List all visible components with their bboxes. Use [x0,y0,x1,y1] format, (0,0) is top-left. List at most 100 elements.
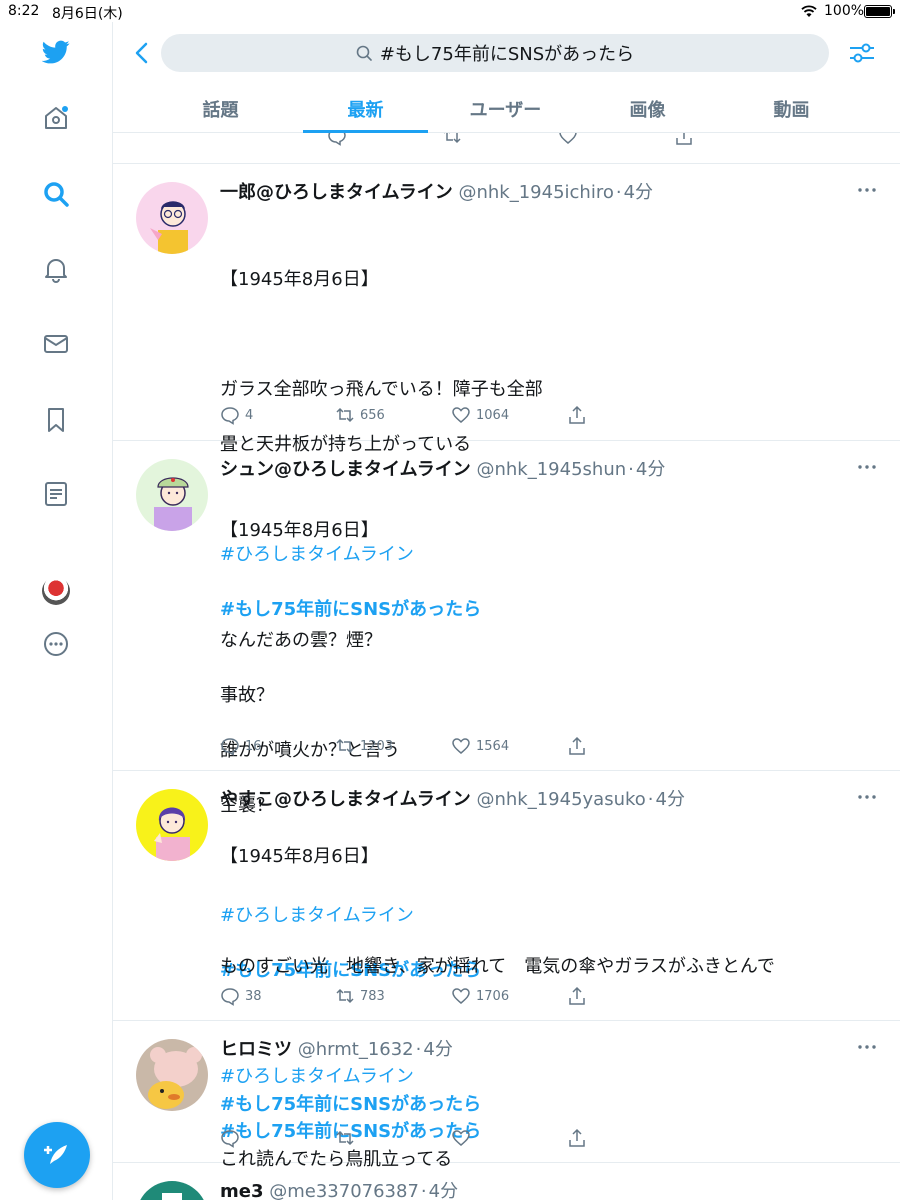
reply-count: 38 [245,988,262,1004]
share-button[interactable] [567,985,587,1007]
tweet-author-handle[interactable]: @me337076387 [269,1181,419,1200]
heart-icon [452,988,470,1004]
tweet-feed: 一郎@ひろしまタイムライン @nhk_1945ichiro · 4分 【1945年8… [113,133,900,1200]
tweet-time: 4分 [623,182,654,203]
retweet-button[interactable] [335,1127,355,1149]
tweet-header: シュン@ひろしまタイムライン @nhk_1945shun · 4分 [220,459,666,480]
tweet-header: me3 @me337076387 · 4分 [220,1181,459,1200]
tab-top[interactable]: 話題 [158,86,283,132]
reply-button[interactable]: 38 [220,985,262,1007]
search-query: #もし75年前にSNSがあったら [379,44,635,65]
home-icon[interactable] [40,102,72,134]
heart-icon [452,738,470,754]
tweet-author-name[interactable]: ヒロミツ [220,1039,292,1060]
more-icon[interactable] [40,628,72,660]
avatar[interactable] [136,789,208,861]
tweet-author-name[interactable]: シュン@ひろしまタイムライン [220,459,471,480]
share-button[interactable] [567,1127,587,1149]
status-time: 8:22 [8,3,40,19]
tweet-author-handle[interactable]: @nhk_1945yasuko [476,789,645,810]
share-button[interactable] [674,133,694,147]
bookmarks-icon[interactable] [40,404,72,436]
reply-button[interactable] [327,133,347,147]
tweet-item[interactable]: me3 @me337076387 · 4分 [113,1163,900,1200]
heart-icon [559,133,577,144]
retweet-icon [336,407,354,423]
back-button[interactable] [128,38,154,68]
profile-avatar[interactable] [42,577,70,605]
tweet-header: 一郎@ひろしまタイムライン @nhk_1945ichiro · 4分 [220,182,654,203]
tweet-time: 4分 [423,1039,453,1060]
reply-icon [328,133,346,146]
tweet-author-handle[interactable]: @hrmt_1632 [298,1039,414,1060]
search-icon[interactable] [40,178,72,210]
heart-icon [452,407,470,423]
like-button[interactable] [558,133,578,147]
tweet-author-handle[interactable]: @nhk_1945shun [476,459,626,480]
retweet-button[interactable] [442,133,462,147]
tweet-item[interactable]: やすこ@ひろしまタイムライン @nhk_1945yasuko · 4分 【1945年… [113,771,900,1142]
reply-button[interactable]: 16 [220,735,262,757]
tab-latest[interactable]: 最新 [303,86,428,133]
tweet-time: 4分 [428,1181,459,1200]
hashtag-link[interactable]: #もし75年前にSNSがあったら [220,1091,870,1119]
tweet-header: やすこ@ひろしまタイムライン @nhk_1945yasuko · 4分 [220,789,685,810]
tweet-author-name[interactable]: me3 [220,1181,264,1200]
wifi-icon [801,5,817,17]
share-icon [676,133,692,145]
tweet-author-handle[interactable]: @nhk_1945ichiro [458,182,613,203]
lists-icon[interactable] [40,478,72,510]
avatar[interactable] [136,182,208,254]
share-button[interactable] [567,404,587,426]
reply-count: 4 [245,407,254,423]
reply-count: 16 [245,738,262,754]
reply-button[interactable]: 4 [220,404,253,426]
share-button[interactable] [567,735,587,757]
battery-percent: 100% [824,3,865,19]
tab-videos[interactable]: 動画 [729,86,854,132]
avatar[interactable] [136,1039,208,1111]
tweet-item[interactable]: 一郎@ひろしまタイムライン @nhk_1945ichiro · 4分 【1945年8… [113,164,900,620]
more-options-icon[interactable] [856,459,878,475]
notifications-icon[interactable] [40,253,72,285]
tweet-time: 4分 [635,459,666,480]
sidebar [0,22,113,1200]
tweet-text-line: 【1945年8月6日】 [220,268,379,290]
tweet-header: ヒロミツ @hrmt_1632 · 4分 [220,1039,453,1060]
search-input[interactable]: #もし75年前にSNSがあったら [161,34,829,72]
share-icon [569,1128,585,1147]
retweet-button[interactable]: 783 [335,985,385,1007]
share-icon [569,986,585,1005]
tweet-author-name[interactable]: やすこ@ひろしまタイムライン [220,789,471,810]
sliders-icon [850,43,874,63]
avatar[interactable] [136,1181,208,1200]
tweet-item[interactable]: シュン@ひろしまタイムライン @nhk_1945shun · 4分 【1945年8月… [113,441,900,981]
tweet-item[interactable]: ヒロミツ @hrmt_1632 · 4分 #もし75年前にSNSがあったら これ読ん… [113,1021,900,1170]
search-filter-button[interactable] [846,38,878,68]
reply-icon [221,1130,239,1148]
share-icon [569,405,585,424]
like-button[interactable]: 1706 [451,985,509,1007]
reply-button[interactable] [220,1127,240,1149]
tab-users[interactable]: ユーザー [443,86,568,132]
like-button[interactable]: 1564 [451,735,509,757]
tweet-text-line: なんだあの雲？煙？ [220,629,382,651]
like-button[interactable]: 1064 [451,404,509,426]
compose-tweet-button[interactable] [24,1122,90,1188]
avatar[interactable] [136,459,208,531]
battery-icon [864,5,892,18]
messages-icon[interactable] [40,328,72,360]
retweet-icon [336,1130,354,1146]
retweet-button[interactable]: 656 [335,404,385,426]
more-options-icon[interactable] [856,1039,878,1055]
tab-images[interactable]: 画像 [585,86,710,132]
like-button[interactable] [451,1127,471,1149]
more-options-icon[interactable] [856,182,878,198]
tweet-author-name[interactable]: 一郎@ひろしまタイムライン [220,182,453,203]
more-options-icon[interactable] [856,789,878,805]
tweet-text-line: ガラス全部吹っ飛んでいる！障子も全部 [220,378,543,400]
retweet-button[interactable]: 1203 [335,735,393,757]
twitter-logo-icon[interactable] [40,36,72,68]
heart-icon [452,1130,470,1146]
like-count: 1706 [476,988,510,1004]
